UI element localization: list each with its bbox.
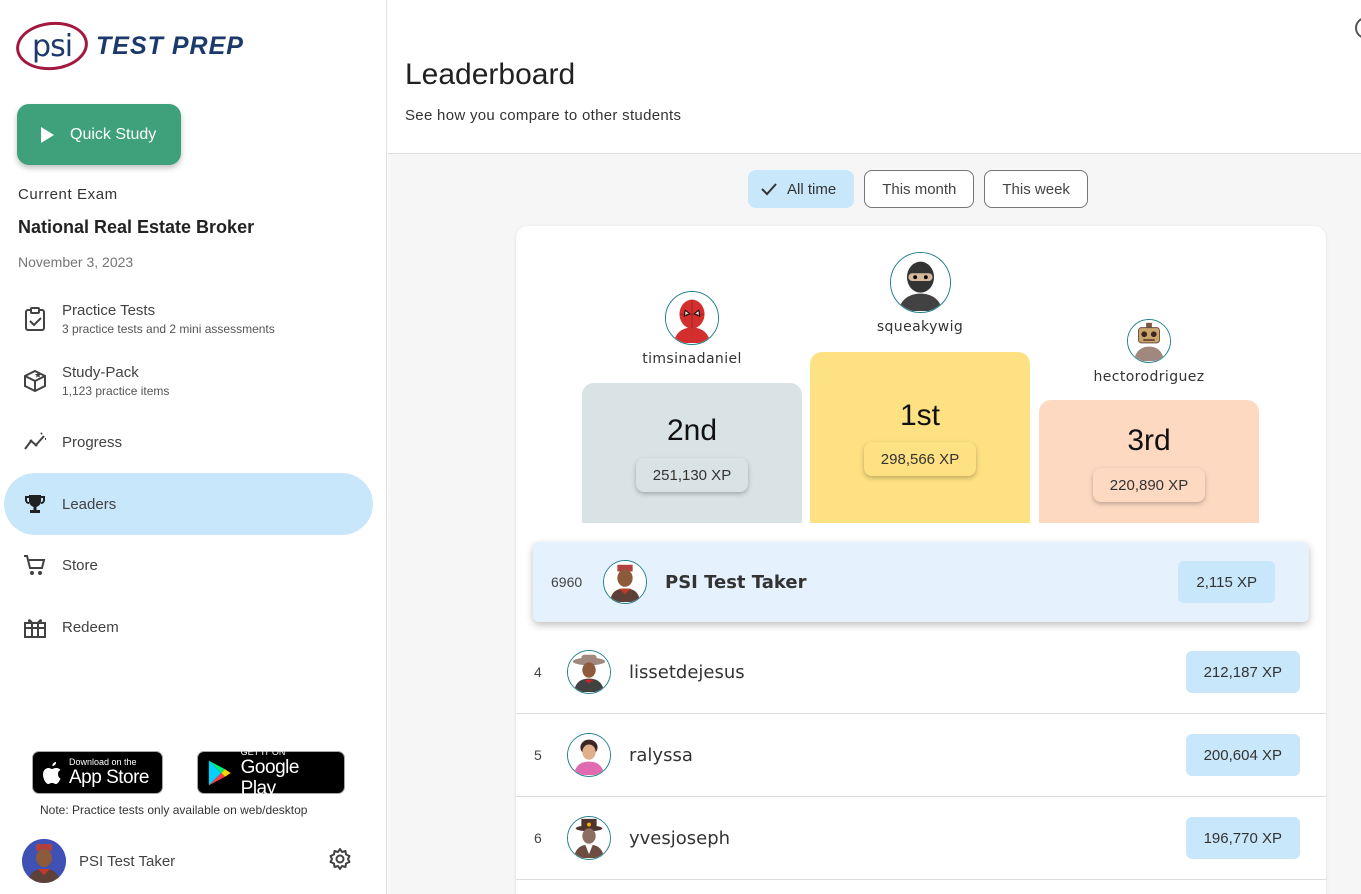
box-star-icon xyxy=(22,368,48,394)
row-username: PSI Test Taker xyxy=(665,571,807,593)
row-username: lissetdejesus xyxy=(629,661,745,683)
sidebar-item-label: Study-Pack xyxy=(62,364,139,381)
podium-user-first[interactable]: squeakywig xyxy=(850,252,990,335)
sidebar-item-leaders[interactable]: Leaders xyxy=(4,473,373,535)
row-xp-badge: 196,770 XP xyxy=(1185,817,1300,859)
app-store-big-text: App Store xyxy=(69,767,150,788)
user-profile[interactable]: PSI Test Taker xyxy=(22,839,352,883)
avatar xyxy=(889,252,951,313)
avatar xyxy=(665,291,719,345)
row-rank: 5 xyxy=(534,747,542,763)
current-user-row[interactable]: 6960 PSI Test Taker 2,115 XP xyxy=(533,542,1309,622)
exam-name: National Real Estate Broker xyxy=(18,217,255,237)
avatar xyxy=(567,733,611,777)
leaderboard-row[interactable]: 4 lissetdejesus 212,187 XP xyxy=(516,631,1326,714)
page-title: Leaderboard xyxy=(405,58,576,91)
podium-xp-badge: 298,566 XP xyxy=(863,442,977,476)
sidebar-item-label: Practice Tests xyxy=(62,302,156,319)
filter-all-time[interactable]: All time xyxy=(748,170,855,208)
filter-label: This week xyxy=(1002,180,1070,198)
google-play-icon xyxy=(208,760,231,785)
podium-user-second[interactable]: timsinadaniel xyxy=(632,291,752,367)
sidebar-item-label: Progress xyxy=(62,433,123,451)
row-xp-badge: 200,604 XP xyxy=(1185,734,1300,776)
filter-this-week[interactable]: This week xyxy=(984,170,1088,208)
sidebar-item-label: Leaders xyxy=(62,495,117,513)
gift-icon xyxy=(22,614,48,640)
podium-block-second: 2nd 251,130 XP xyxy=(582,383,802,523)
quick-study-button[interactable]: Quick Study xyxy=(17,104,181,165)
leaderboard-row[interactable]: 6 yvesjoseph 196,770 XP xyxy=(516,797,1326,880)
quick-study-label: Quick Study xyxy=(70,125,157,143)
podium-xp-badge: 251,130 XP xyxy=(635,458,749,492)
avatar xyxy=(567,816,611,860)
podium-block-third: 3rd 220,890 XP xyxy=(1039,400,1259,523)
sidebar-item-practice-tests[interactable]: Practice Tests 3 practice tests and 2 mi… xyxy=(4,288,373,350)
leaderboard-row[interactable]: 5 ralyssa 200,604 XP xyxy=(516,714,1326,797)
play-icon xyxy=(41,126,54,143)
avatar xyxy=(1127,319,1171,363)
sidebar-item-sublabel: 1,123 practice items xyxy=(62,384,170,398)
podium-username: squeakywig xyxy=(876,319,964,335)
podium-user-third[interactable]: hectorodriguez xyxy=(1082,319,1216,385)
check-icon xyxy=(761,183,777,196)
podium-rank-label: 1st xyxy=(899,399,941,432)
filter-label: This month xyxy=(882,180,957,198)
logo-mark-text: psi xyxy=(31,28,73,64)
google-play-big-text: Google Play xyxy=(240,756,300,799)
gear-icon[interactable] xyxy=(328,847,352,876)
podium-username: hectorodriguez xyxy=(1093,369,1205,385)
row-xp-badge: 2,115 XP xyxy=(1178,561,1275,603)
row-username: ralyssa xyxy=(629,744,693,766)
clipboard-check-icon xyxy=(22,306,48,332)
podium-rank-label: 2nd xyxy=(666,414,718,447)
filter-this-month[interactable]: This month xyxy=(864,170,975,208)
user-name: PSI Test Taker xyxy=(79,852,176,870)
sidebar-item-sublabel: 3 practice tests and 2 mini assessments xyxy=(62,322,275,336)
row-rank: 6 xyxy=(534,830,542,846)
help-circle-icon[interactable] xyxy=(1352,16,1361,45)
apple-icon xyxy=(43,761,61,784)
sidebar: psi TEST PREP Quick Study Current Exam N… xyxy=(0,0,387,894)
avatar xyxy=(603,560,647,604)
app-store-small-text: Download on the xyxy=(69,757,137,767)
google-play-small-text: GET IT ON xyxy=(240,746,286,757)
sidebar-item-label: Redeem xyxy=(62,618,119,636)
leaderboard-card: timsinadaniel squeakywig hectorodriguez … xyxy=(516,226,1326,894)
sidebar-item-progress[interactable]: Progress xyxy=(4,411,373,473)
page-subtitle: See how you compare to other students xyxy=(405,107,682,124)
psi-test-prep-logo[interactable]: psi TEST PREP xyxy=(13,18,244,74)
row-rank: 6960 xyxy=(551,574,583,590)
sidebar-item-store[interactable]: Store xyxy=(4,534,373,596)
exam-date: November 3, 2023 xyxy=(18,254,134,270)
avatar xyxy=(22,839,66,883)
trophy-icon xyxy=(22,491,48,517)
platform-note: Note: Practice tests only available on w… xyxy=(40,803,308,817)
logo-product-text: TEST PREP xyxy=(96,31,244,60)
sidebar-item-label: Store xyxy=(62,556,98,574)
filter-label: All time xyxy=(787,180,837,198)
avatar xyxy=(567,650,611,694)
sidebar-item-study-pack[interactable]: Study-Pack 1,123 practice items xyxy=(4,350,373,412)
row-username: yvesjoseph xyxy=(629,827,731,849)
time-filter-group: All time This month This week xyxy=(748,170,1088,208)
psi-logo-mark: psi xyxy=(13,18,91,74)
row-xp-badge: 212,187 XP xyxy=(1185,651,1300,693)
podium-username: timsinadaniel xyxy=(642,351,742,367)
row-rank: 4 xyxy=(534,664,542,680)
current-exam-label: Current Exam xyxy=(18,186,118,203)
sidebar-item-redeem[interactable]: Redeem xyxy=(4,596,373,658)
app-store-badge[interactable]: Download on the App Store xyxy=(32,751,163,794)
page-header: Leaderboard See how you compare to other… xyxy=(388,0,1361,154)
google-play-badge[interactable]: GET IT ON Google Play xyxy=(197,747,345,799)
progress-chart-icon xyxy=(22,429,48,455)
podium-rank-label: 3rd xyxy=(1127,424,1171,457)
main-content: Leaderboard See how you compare to other… xyxy=(388,0,1361,894)
podium-block-first: 1st 298,566 XP xyxy=(810,352,1030,523)
podium-xp-badge: 220,890 XP xyxy=(1092,468,1206,502)
cart-icon xyxy=(22,552,48,578)
